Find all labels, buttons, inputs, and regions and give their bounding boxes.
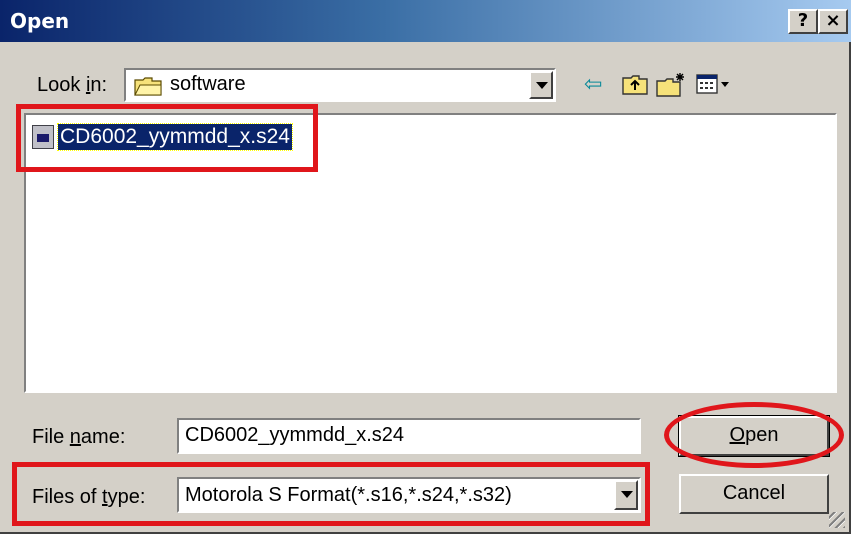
chevron-down-icon[interactable] <box>614 480 638 510</box>
look-in-combobox[interactable]: software <box>124 68 556 102</box>
file-name-label: File name: <box>32 426 126 448</box>
file-type-select[interactable]: Motorola S Format(*.s16,*.s24,*.s32) <box>177 477 641 513</box>
file-name-value: CD6002_yymmdd_x.s24 <box>185 424 404 446</box>
file-name-label: CD6002_yymmdd_x.s24 <box>57 123 293 151</box>
folder-icon <box>134 76 162 96</box>
new-folder-icon[interactable] <box>656 72 686 103</box>
look-in-value: software <box>170 73 246 95</box>
title-bar[interactable]: Open ? × <box>0 0 851 42</box>
close-button[interactable]: × <box>818 9 848 34</box>
cancel-button[interactable]: Cancel <box>679 474 829 514</box>
list-item[interactable]: CD6002_yymmdd_x.s24 <box>32 121 293 153</box>
file-type-value: Motorola S Format(*.s16,*.s24,*.s32) <box>185 484 512 506</box>
resize-grip[interactable] <box>829 512 845 528</box>
file-list[interactable]: CD6002_yymmdd_x.s24 <box>24 113 837 393</box>
open-button[interactable]: Open <box>678 415 830 457</box>
file-type-label: Files of type: <box>32 486 146 508</box>
chevron-down-icon[interactable] <box>529 71 553 99</box>
file-name-input[interactable]: CD6002_yymmdd_x.s24 <box>177 418 641 454</box>
help-button[interactable]: ? <box>788 9 818 34</box>
file-icon <box>32 125 54 149</box>
back-icon[interactable]: ⇦ <box>584 72 602 96</box>
open-dialog: Open ? × Look in: software ⇦ CD6002_yymm… <box>0 0 851 534</box>
view-menu-icon[interactable] <box>696 72 730 101</box>
up-folder-icon[interactable] <box>622 72 648 101</box>
dialog-title: Open <box>10 9 70 33</box>
look-in-label: Look in: <box>37 74 108 96</box>
